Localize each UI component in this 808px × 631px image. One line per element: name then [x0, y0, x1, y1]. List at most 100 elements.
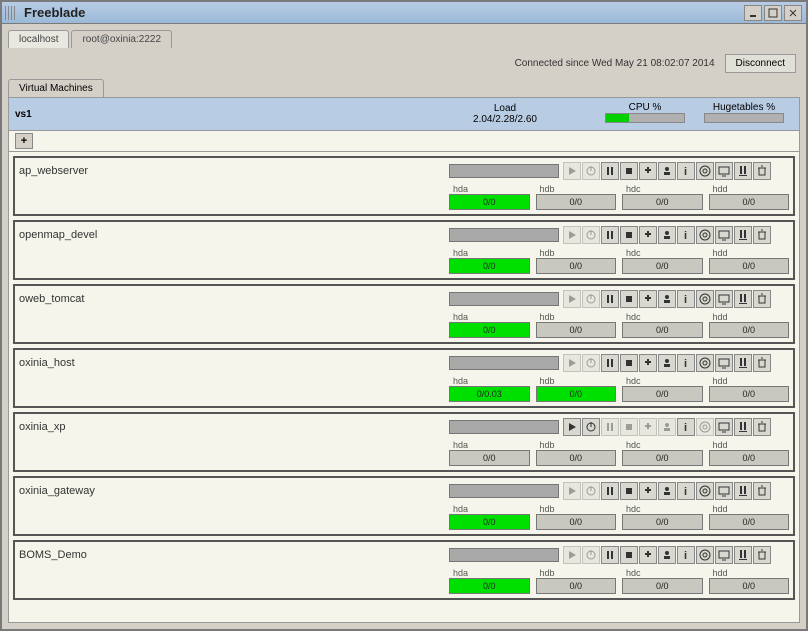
disk-bar: 0/0 — [622, 386, 703, 402]
vm-disc-button[interactable] — [696, 290, 714, 308]
cpu-column: CPU % — [595, 102, 695, 126]
vm-kill-button[interactable] — [639, 354, 657, 372]
disk-bar: 0/0 — [449, 450, 530, 466]
vm-snapshot-button[interactable] — [658, 290, 676, 308]
minimize-button[interactable] — [744, 5, 762, 21]
vm-info-button[interactable]: i — [677, 162, 695, 180]
vm-eject-button[interactable] — [734, 226, 752, 244]
vm-stop-button[interactable] — [620, 290, 638, 308]
vm-pause-button[interactable] — [601, 354, 619, 372]
vm-console-button[interactable] — [715, 418, 733, 436]
vm-snapshot-button[interactable] — [658, 546, 676, 564]
vm-stop-button[interactable] — [620, 162, 638, 180]
vm-stop-button[interactable] — [620, 482, 638, 500]
vm-delete-button[interactable] — [753, 354, 771, 372]
vm-kill-button[interactable] — [639, 162, 657, 180]
vm-kill-button[interactable] — [639, 226, 657, 244]
vm-delete-button[interactable] — [753, 482, 771, 500]
vm-snapshot-button[interactable] — [658, 482, 676, 500]
vm-pause-button[interactable] — [601, 226, 619, 244]
vm-pause-button[interactable] — [601, 290, 619, 308]
vm-eject-button[interactable] — [734, 162, 752, 180]
vm-console-button[interactable] — [715, 482, 733, 500]
vm-usage-bar — [449, 548, 559, 562]
play-icon — [567, 486, 577, 496]
vm-stop-button[interactable] — [620, 546, 638, 564]
vm-power-button[interactable] — [582, 418, 600, 436]
vm-eject-button[interactable] — [734, 418, 752, 436]
vm-disc-button[interactable] — [696, 162, 714, 180]
vm-delete-button[interactable] — [753, 546, 771, 564]
close-button[interactable] — [784, 5, 802, 21]
console-icon — [718, 485, 730, 497]
pause-icon — [605, 358, 615, 368]
play-icon — [567, 422, 577, 432]
hugetables-column: Hugetables % — [695, 102, 793, 126]
vm-console-button[interactable] — [715, 354, 733, 372]
vm-info-button[interactable]: i — [677, 418, 695, 436]
vm-disc-button[interactable] — [696, 482, 714, 500]
connection-tab-1[interactable]: root@oxinia:2222 — [71, 30, 172, 48]
vm-eject-button[interactable] — [734, 482, 752, 500]
vm-delete-button[interactable] — [753, 418, 771, 436]
vm-console-button[interactable] — [715, 226, 733, 244]
vm-info-button[interactable]: i — [677, 226, 695, 244]
add-row: + — [9, 131, 799, 152]
kill-icon — [643, 550, 653, 560]
vm-snapshot-button[interactable] — [658, 354, 676, 372]
disk-bar: 0/0 — [622, 514, 703, 530]
vm-info-button[interactable]: i — [677, 482, 695, 500]
vm-usage-bar — [449, 420, 559, 434]
disk-bar: 0/0 — [449, 322, 530, 338]
vm-controls: i — [563, 546, 771, 564]
disk-hdc: hdc0/0 — [622, 504, 703, 530]
disk-bar: 0/0 — [709, 578, 790, 594]
vm-stop-button[interactable] — [620, 354, 638, 372]
vm-info-button[interactable]: i — [677, 290, 695, 308]
vm-eject-button[interactable] — [734, 546, 752, 564]
vm-disc-button[interactable] — [696, 226, 714, 244]
vm-stop-button[interactable] — [620, 226, 638, 244]
connection-tab-0[interactable]: localhost — [8, 30, 69, 48]
vm-snapshot-button[interactable] — [658, 226, 676, 244]
delete-icon — [757, 549, 767, 561]
add-vm-button[interactable]: + — [15, 133, 33, 149]
svg-text:i: i — [684, 486, 687, 497]
maximize-button[interactable] — [764, 5, 782, 21]
vm-info-button[interactable]: i — [677, 546, 695, 564]
vm-disc-button[interactable] — [696, 546, 714, 564]
vm-kill-button[interactable] — [639, 482, 657, 500]
vm-delete-button[interactable] — [753, 226, 771, 244]
vm-delete-button[interactable] — [753, 162, 771, 180]
tab-virtual-machines[interactable]: Virtual Machines — [8, 79, 104, 97]
vm-eject-button[interactable] — [734, 354, 752, 372]
vm-console-button[interactable] — [715, 162, 733, 180]
disk-label: hdb — [536, 248, 617, 258]
delete-icon — [757, 421, 767, 433]
vm-delete-button[interactable] — [753, 290, 771, 308]
vm-kill-button[interactable] — [639, 290, 657, 308]
vm-pause-button[interactable] — [601, 162, 619, 180]
vm-console-button[interactable] — [715, 546, 733, 564]
disk-label: hda — [449, 184, 530, 194]
load-value: 2.04/2.28/2.60 — [415, 114, 595, 125]
title-grip — [5, 6, 17, 20]
vm-console-button[interactable] — [715, 290, 733, 308]
play-icon — [567, 230, 577, 240]
vm-eject-button[interactable] — [734, 290, 752, 308]
delete-icon — [757, 293, 767, 305]
vm-row: oweb_tomcatihda0/0hdb0/0hdc0/0hdd0/0 — [13, 284, 795, 344]
vm-info-button[interactable]: i — [677, 354, 695, 372]
vm-row: oxinia_gatewayihda0/0hdb0/0hdc0/0hdd0/0 — [13, 476, 795, 536]
vm-kill-button[interactable] — [639, 546, 657, 564]
hugetables-label: Hugetables % — [695, 102, 793, 113]
vm-snapshot-button[interactable] — [658, 162, 676, 180]
vm-disc-button[interactable] — [696, 354, 714, 372]
disk-label: hda — [449, 440, 530, 450]
vm-pause-button[interactable] — [601, 546, 619, 564]
content-area: vs1 Load 2.04/2.28/2.60 CPU % Hugetables… — [8, 97, 800, 623]
vm-pause-button[interactable] — [601, 482, 619, 500]
vm-play-button[interactable] — [563, 418, 581, 436]
disk-bar: 0/0 — [622, 578, 703, 594]
disconnect-button[interactable]: Disconnect — [725, 54, 796, 73]
